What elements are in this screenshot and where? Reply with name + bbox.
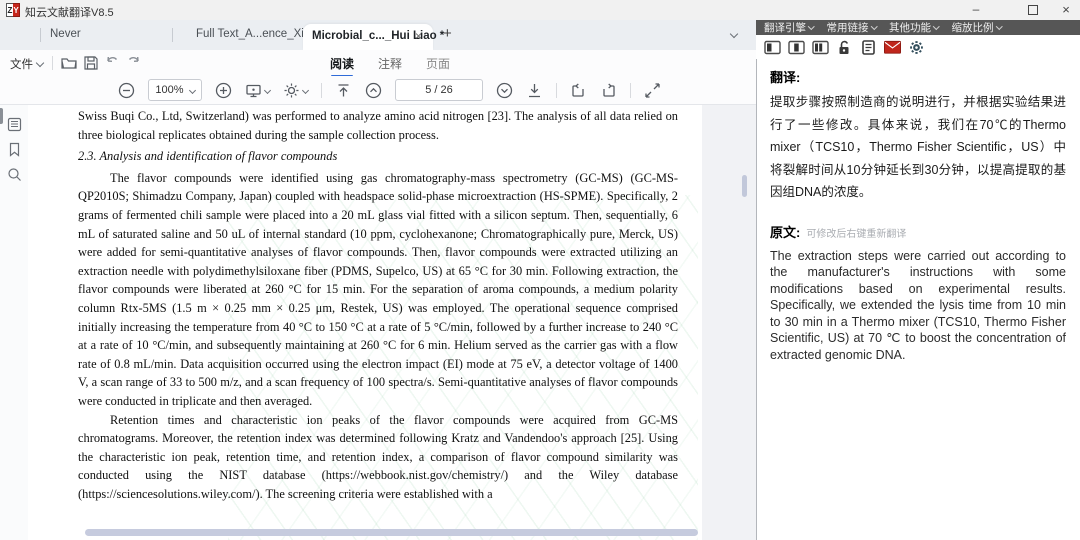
redo-button[interactable]	[124, 54, 142, 72]
divider	[321, 83, 322, 98]
zoom-out-button[interactable]	[118, 82, 135, 99]
divider	[52, 56, 53, 70]
presentation-mode-button[interactable]	[245, 82, 270, 99]
zoom-level-select[interactable]: 100%	[148, 79, 202, 101]
download-button[interactable]	[526, 82, 543, 99]
menu-row: 文件 阅读 注释 页面	[0, 50, 756, 76]
tab-overflow-chevron-down-icon[interactable]	[730, 30, 738, 38]
search-icon[interactable]	[7, 167, 22, 182]
view-mode-tabs: 阅读 注释 页面	[330, 55, 450, 72]
paragraph: The flavor compounds were identified usi…	[78, 169, 678, 411]
unlock-icon[interactable]	[836, 40, 853, 55]
chevron-down-icon	[808, 23, 814, 29]
paragraph: Swiss Buqi Co., Ltd, Switzerland) was pe…	[78, 107, 678, 144]
window-title: 知云文献翻译V8.5	[25, 4, 114, 20]
chevron-down-icon	[36, 59, 44, 67]
vertical-scrollbar-thumb[interactable]	[742, 175, 747, 197]
maximize-icon	[1028, 5, 1038, 15]
rotate-right-button[interactable]	[600, 82, 617, 99]
menu-zoom-ratio[interactable]: 缩放比例	[952, 20, 1002, 35]
translation-text[interactable]: 提取步骤按照制造商的说明进行，并根据实验结果进行了一些修改。具体来说，我们在70…	[770, 91, 1066, 204]
translation-panel-menubar: 翻译引擎 常用链接 其他功能 缩放比例	[756, 20, 1080, 35]
tab-never[interactable]: Never	[50, 28, 81, 40]
undo-button[interactable]	[104, 54, 122, 72]
pdf-toolbar: 100% 5 / 26	[0, 76, 756, 105]
active-tab-label: Microbial_c..._Hui Liao *	[312, 30, 444, 42]
panel-drag-handle[interactable]	[0, 108, 3, 124]
minimize-button[interactable]: –	[962, 0, 990, 20]
original-text[interactable]: The extraction steps were carried out ac…	[770, 248, 1066, 364]
next-page-button[interactable]	[496, 82, 513, 99]
original-label: 原文:	[770, 222, 800, 241]
view-mode-read[interactable]: 阅读	[330, 55, 354, 72]
tab-separator	[40, 28, 41, 42]
title-bar: ZY 知云文献翻译V8.5 – ×	[0, 0, 1080, 21]
view-mode-page[interactable]: 页面	[426, 55, 450, 72]
translation-panel-body: 翻译: 提取步骤按照制造商的说明进行，并根据实验结果进行了一些修改。具体来说，我…	[756, 59, 1080, 540]
new-tab-button[interactable]: +	[443, 25, 452, 42]
expand-fullscreen-button[interactable]	[644, 82, 661, 99]
open-folder-button[interactable]	[60, 54, 78, 72]
document-text: Swiss Buqi Co., Ltd, Switzerland) was pe…	[78, 107, 678, 503]
chevron-down-icon	[264, 86, 271, 93]
layout-split-pane-icon[interactable]	[812, 40, 829, 55]
tab-separator	[172, 28, 173, 42]
translation-panel-iconbar	[756, 35, 1080, 59]
email-icon[interactable]	[884, 40, 901, 55]
file-menu-button[interactable]: 文件	[10, 56, 43, 72]
bookmarks-panel-icon[interactable]	[7, 142, 22, 157]
menu-other-functions[interactable]: 其他功能	[889, 20, 939, 35]
go-to-top-button[interactable]	[335, 82, 352, 99]
chevron-down-icon	[996, 23, 1002, 29]
menu-translation-engine[interactable]: 翻译引擎	[764, 20, 814, 35]
monitor-icon	[245, 82, 262, 99]
menu-common-links[interactable]: 常用链接	[827, 20, 877, 35]
close-button[interactable]: ×	[1052, 0, 1080, 20]
original-hint: 可修改后右键重新翻译	[806, 225, 906, 240]
zoom-in-button[interactable]	[215, 82, 232, 99]
brightness-theme-button[interactable]	[283, 82, 308, 99]
document-tab-bar: Never Full Text_A...ence_Xinhua Microbia…	[0, 20, 756, 50]
layout-center-pane-icon[interactable]	[788, 40, 805, 55]
thumbnails-panel-icon[interactable]	[7, 117, 22, 132]
notes-document-icon[interactable]	[860, 40, 877, 55]
view-mode-annotate[interactable]: 注释	[378, 55, 402, 72]
settings-gear-icon[interactable]	[908, 40, 925, 55]
chevron-down-icon	[871, 23, 877, 29]
maximize-button[interactable]	[1019, 0, 1047, 20]
brightness-icon	[283, 82, 300, 99]
chevron-down-icon	[302, 86, 309, 93]
page-number-input[interactable]: 5 / 26	[395, 79, 483, 101]
translation-label: 翻译:	[770, 67, 1066, 86]
divider	[556, 83, 557, 98]
save-button[interactable]	[82, 54, 100, 72]
layout-left-pane-icon[interactable]	[764, 40, 781, 55]
horizontal-scrollbar-thumb[interactable]	[85, 529, 698, 536]
pdf-page: Swiss Buqi Co., Ltd, Switzerland) was pe…	[28, 105, 702, 540]
app-logo-icon: ZY	[6, 3, 20, 17]
paragraph: Retention times and characteristic ion p…	[78, 411, 678, 504]
previous-page-button[interactable]	[365, 82, 382, 99]
section-heading: 2.3. Analysis and identification of flav…	[78, 147, 678, 166]
rotate-left-button[interactable]	[570, 82, 587, 99]
chevron-down-icon	[933, 23, 939, 29]
tab-microbial-active[interactable]: Microbial_c..._Hui Liao * ×	[303, 24, 433, 50]
divider	[630, 83, 631, 98]
tab-close-icon[interactable]: ×	[415, 29, 422, 43]
chevron-down-icon	[189, 86, 196, 93]
pdf-left-sidebar	[0, 105, 29, 540]
original-label-row: 原文: 可修改后右键重新翻译	[770, 222, 1066, 241]
